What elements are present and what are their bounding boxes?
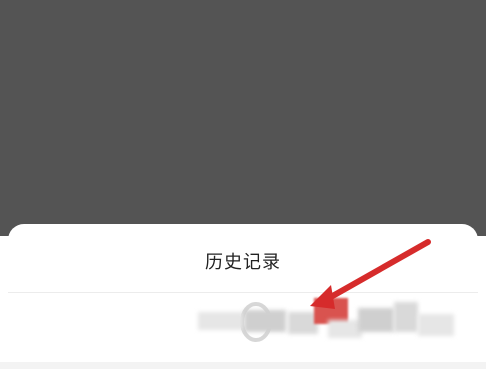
blurred-text — [244, 310, 286, 332]
dim-overlay[interactable] — [0, 0, 486, 236]
blurred-text — [418, 314, 454, 336]
blurred-text — [328, 320, 362, 338]
bottom-strip — [0, 362, 486, 369]
screen: 历史记录 — [0, 0, 486, 369]
red-arrow-annotation — [310, 239, 431, 309]
blurred-text — [198, 312, 243, 330]
